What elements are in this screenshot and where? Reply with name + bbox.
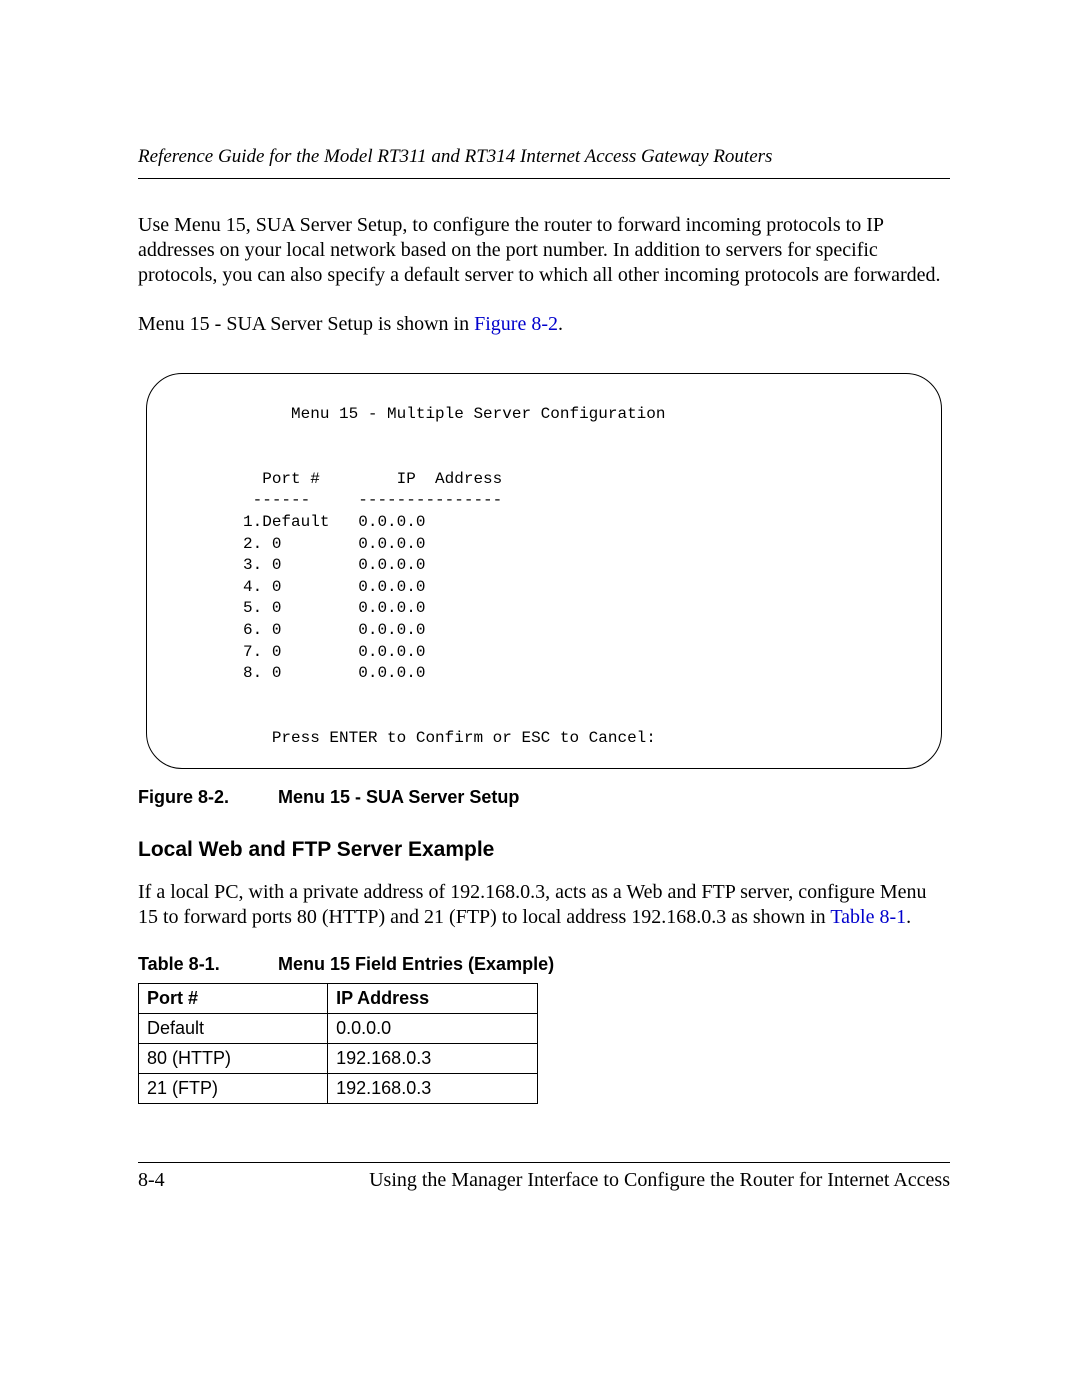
col-port-header: Port # xyxy=(139,983,328,1013)
figure-caption-number: Figure 8-2. xyxy=(138,787,278,808)
terminal-figure: Menu 15 - Multiple Server Configuration … xyxy=(146,373,942,769)
page: Reference Guide for the Model RT311 and … xyxy=(0,0,1080,1192)
section-heading: Local Web and FTP Server Example xyxy=(138,838,950,862)
leadin-text-pre: Menu 15 - SUA Server Setup is shown in xyxy=(138,313,474,335)
table-caption: Table 8-1.Menu 15 Field Entries (Example… xyxy=(138,954,950,975)
section-paragraph: If a local PC, with a private address of… xyxy=(138,880,950,930)
cell-port: Default xyxy=(139,1013,328,1043)
section-text-pre: If a local PC, with a private address of… xyxy=(138,881,927,928)
cell-ip: 192.168.0.3 xyxy=(328,1043,538,1073)
running-header: Reference Guide for the Model RT311 and … xyxy=(138,146,950,179)
entries-table: Port # IP Address Default0.0.0.080 (HTTP… xyxy=(138,983,538,1104)
cell-port: 80 (HTTP) xyxy=(139,1043,328,1073)
col-ip-header: IP Address xyxy=(328,983,538,1013)
section-text-post: . xyxy=(906,906,911,928)
chapter-title: Using the Manager Interface to Configure… xyxy=(369,1169,950,1192)
leadin-text-post: . xyxy=(558,313,563,335)
cell-ip: 0.0.0.0 xyxy=(328,1013,538,1043)
table-header-row: Port # IP Address xyxy=(139,983,538,1013)
table-caption-number: Table 8-1. xyxy=(138,954,278,975)
figure-caption: Figure 8-2.Menu 15 - SUA Server Setup xyxy=(138,787,950,808)
figure-8-2-link[interactable]: Figure 8-2 xyxy=(474,313,558,335)
page-footer: 8-4 Using the Manager Interface to Confi… xyxy=(138,1162,950,1192)
table-row: Default0.0.0.0 xyxy=(139,1013,538,1043)
table-row: 21 (FTP)192.168.0.3 xyxy=(139,1073,538,1103)
intro-paragraph: Use Menu 15, SUA Server Setup, to config… xyxy=(138,213,950,288)
table-caption-text: Menu 15 Field Entries (Example) xyxy=(278,954,554,974)
figure-leadin-paragraph: Menu 15 - SUA Server Setup is shown in F… xyxy=(138,312,950,337)
cell-ip: 192.168.0.3 xyxy=(328,1073,538,1103)
figure-caption-text: Menu 15 - SUA Server Setup xyxy=(278,787,519,807)
cell-port: 21 (FTP) xyxy=(139,1073,328,1103)
table-row: 80 (HTTP)192.168.0.3 xyxy=(139,1043,538,1073)
page-number: 8-4 xyxy=(138,1169,165,1192)
table-8-1-link[interactable]: Table 8-1 xyxy=(830,906,906,928)
